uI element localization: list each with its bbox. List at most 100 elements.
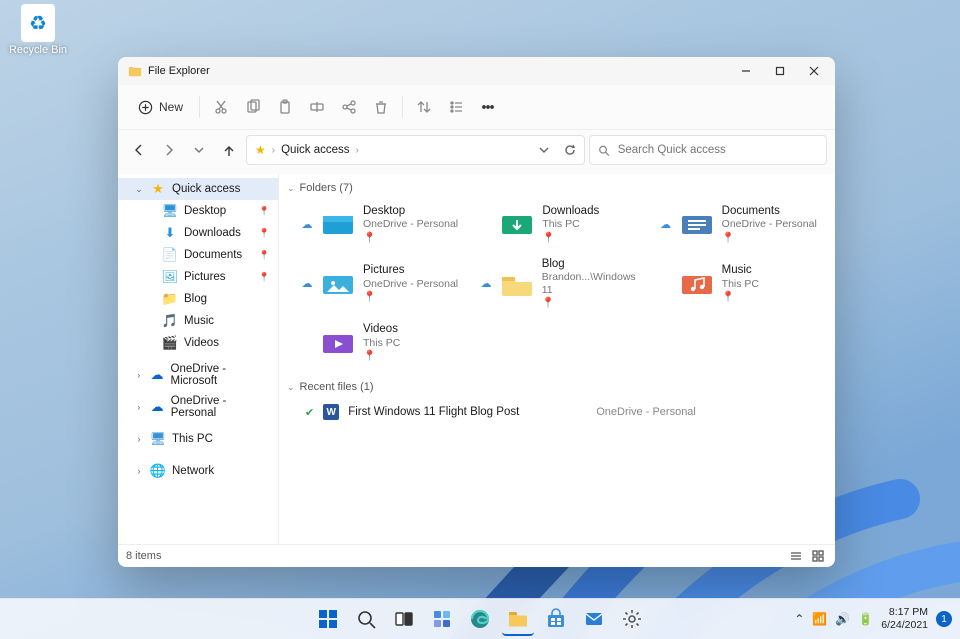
store-taskbar-button[interactable]	[540, 603, 572, 635]
sidebar-item-downloads[interactable]: ⬇Downloads📍	[118, 222, 278, 244]
taskbar-clock[interactable]: 8:17 PM 6/24/2021	[881, 606, 928, 631]
folder-tile[interactable]: MusicThis PC📍	[656, 253, 827, 315]
close-button[interactable]	[797, 57, 831, 85]
folder-location: This PC	[542, 218, 599, 231]
folder-tile[interactable]: ☁PicturesOneDrive - Personal📍	[297, 253, 468, 315]
titlebar[interactable]: File Explorer	[118, 57, 835, 85]
folder-tile[interactable]: ☁BlogBrandon...\Windows 11📍	[476, 253, 647, 315]
search-input[interactable]	[616, 143, 818, 157]
thumbnail-view-button[interactable]	[809, 547, 827, 565]
up-button[interactable]	[216, 137, 242, 163]
sidebar-item-music[interactable]: 🎵Music	[118, 310, 278, 332]
sidebar-item-documents[interactable]: 📄Documents📍	[118, 244, 278, 266]
documents-icon: 📄	[162, 247, 178, 263]
volume-icon[interactable]: 🔊	[835, 612, 850, 626]
sidebar-onedrive-microsoft[interactable]: ›☁OneDrive - Microsoft	[118, 364, 278, 386]
sidebar-item-blog[interactable]: 📁Blog	[118, 288, 278, 310]
mail-taskbar-button[interactable]	[578, 603, 610, 635]
cloud-icon: ☁	[149, 367, 164, 383]
folder-name: Desktop	[363, 204, 458, 218]
recycle-bin-desktop-icon[interactable]: ♻ Recycle Bin	[8, 4, 68, 56]
sidebar-network[interactable]: ›🌐Network	[118, 460, 278, 482]
share-button[interactable]	[334, 92, 364, 122]
sidebar-item-desktop[interactable]: 🖥Desktop📍	[118, 200, 278, 222]
content-area[interactable]: ⌄ Folders (7) ☁DesktopOneDrive - Persona…	[279, 174, 835, 544]
settings-taskbar-button[interactable]	[616, 603, 648, 635]
forward-button[interactable]	[156, 137, 182, 163]
sync-icon: ✔	[305, 406, 314, 419]
folder-tile[interactable]: VideosThis PC📍	[297, 318, 468, 367]
pc-icon: 🖥	[150, 431, 166, 447]
cloud-icon: ☁	[480, 277, 491, 290]
breadcrumb-text[interactable]: Quick access	[281, 144, 349, 156]
sidebar-item-pictures[interactable]: 🖼Pictures📍	[118, 266, 278, 288]
view-button[interactable]	[441, 92, 471, 122]
task-view-button[interactable]	[388, 603, 420, 635]
minimize-button[interactable]	[729, 57, 763, 85]
pin-icon: 📍	[722, 291, 759, 304]
folder-name: Pictures	[363, 263, 458, 277]
details-view-button[interactable]	[787, 547, 805, 565]
sidebar-this-pc[interactable]: ›🖥This PC	[118, 428, 278, 450]
network-icon: 🌐	[150, 463, 166, 479]
recent-file-location: OneDrive - Personal	[596, 406, 696, 418]
start-button[interactable]	[312, 603, 344, 635]
pin-icon: 📍	[363, 232, 458, 245]
recent-file[interactable]: ✔WFirst Windows 11 Flight Blog PostOneDr…	[301, 399, 827, 425]
desktop-icon: 🖥	[162, 203, 178, 219]
sidebar-quick-access[interactable]: ⌄ ★ Quick access	[118, 178, 278, 200]
more-button[interactable]	[473, 92, 503, 122]
folder-icon: 📁	[162, 291, 178, 307]
folder-icon	[500, 270, 534, 298]
navigation-pane[interactable]: ⌄ ★ Quick access 🖥Desktop📍 ⬇Downloads📍 📄…	[118, 174, 279, 544]
folder-location: OneDrive - Personal	[722, 218, 817, 231]
new-button[interactable]: New	[128, 92, 193, 122]
sort-button[interactable]	[409, 92, 439, 122]
cut-button[interactable]	[206, 92, 236, 122]
taskbar[interactable]: ⌃ 📶 🔊 🔋 8:17 PM 6/24/2021 1	[0, 598, 960, 639]
explorer-taskbar-button[interactable]	[502, 602, 534, 636]
folder-name: Blog	[542, 257, 644, 271]
refresh-button[interactable]	[564, 144, 576, 156]
breadcrumb-dropdown[interactable]	[538, 144, 550, 156]
videos-icon: 🎬	[162, 335, 178, 351]
folder-icon	[321, 329, 355, 357]
folders-group-header[interactable]: ⌄ Folders (7)	[287, 182, 827, 194]
folder-location: OneDrive - Personal	[363, 218, 458, 231]
chevron-down-icon: ⌄	[134, 184, 144, 195]
widgets-button[interactable]	[426, 603, 458, 635]
status-text: 8 items	[126, 550, 161, 562]
back-button[interactable]	[126, 137, 152, 163]
paste-button[interactable]	[270, 92, 300, 122]
recent-group-header[interactable]: ⌄ Recent files (1)	[287, 381, 827, 393]
delete-button[interactable]	[366, 92, 396, 122]
copy-button[interactable]	[238, 92, 268, 122]
chevron-down-icon: ⌄	[287, 183, 295, 194]
maximize-button[interactable]	[763, 57, 797, 85]
folder-tiles: ☁DesktopOneDrive - Personal📍DownloadsThi…	[297, 200, 827, 367]
folder-icon	[500, 210, 534, 238]
window-body: ⌄ ★ Quick access 🖥Desktop📍 ⬇Downloads📍 📄…	[118, 174, 835, 544]
breadcrumb-bar[interactable]: ★ › Quick access ›	[246, 135, 585, 165]
wifi-icon[interactable]: 📶	[812, 612, 827, 626]
sidebar-onedrive-personal[interactable]: ›☁OneDrive - Personal	[118, 396, 278, 418]
notifications-badge[interactable]: 1	[936, 611, 952, 627]
system-tray[interactable]: ⌃ 📶 🔊 🔋	[794, 612, 873, 626]
search-box[interactable]	[589, 135, 827, 165]
toolbar: New	[118, 85, 835, 130]
folder-location: This PC	[722, 278, 759, 291]
folder-tile[interactable]: ☁DesktopOneDrive - Personal📍	[297, 200, 468, 249]
edge-taskbar-button[interactable]	[464, 603, 496, 635]
sidebar-item-videos[interactable]: 🎬Videos	[118, 332, 278, 354]
music-icon: 🎵	[162, 313, 178, 329]
status-bar: 8 items	[118, 544, 835, 567]
pin-icon: 📍	[259, 228, 270, 239]
search-taskbar-button[interactable]	[350, 603, 382, 635]
rename-button[interactable]	[302, 92, 332, 122]
recent-locations-button[interactable]	[186, 137, 212, 163]
chevron-right-icon: ›	[272, 145, 275, 156]
folder-tile[interactable]: DownloadsThis PC📍	[476, 200, 647, 249]
tray-chevron-icon[interactable]: ⌃	[794, 612, 804, 626]
battery-icon[interactable]: 🔋	[858, 612, 873, 626]
folder-tile[interactable]: ☁DocumentsOneDrive - Personal📍	[656, 200, 827, 249]
